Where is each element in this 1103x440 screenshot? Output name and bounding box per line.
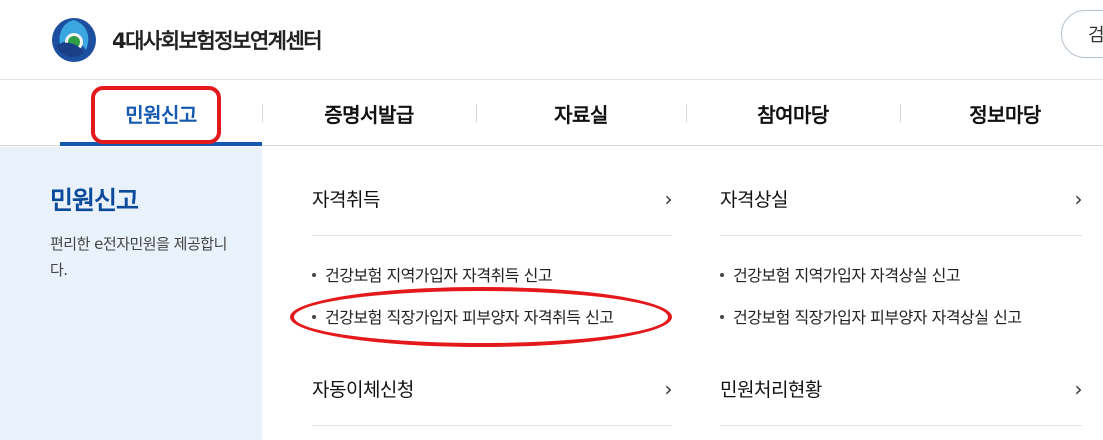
menu-link-label: 건강보험 지역가입자 자격취득 신고 [325, 266, 553, 285]
menu-link-label: 건강보험 직장가입자 피부양자 자격상실 신고 [733, 308, 1022, 327]
highlight-annotation [290, 287, 672, 347]
side-panel-description: 편리한 e전자민원을 제공합니다. [50, 235, 227, 279]
site-header: 4대사회보험정보연계센터 검색 [0, 0, 1103, 80]
menu-heading-auto-transfer[interactable]: 자동이체신청 › [312, 352, 672, 426]
gnb-divider [476, 104, 477, 122]
submenu-side-panel: 민원신고 편리한 e전자민원을 제공합니다. [0, 147, 262, 440]
gnb-tab-participation[interactable]: 참여마당 [686, 80, 900, 146]
menu-link-regional-loss[interactable]: 건강보험 지역가입자 자격상실 신고 [720, 262, 961, 286]
gnb-tab-information[interactable]: 정보마당 [900, 80, 1103, 146]
menu-heading-label: 자격취득 [312, 189, 380, 211]
site-title: 4대사회보험정보연계센터 [112, 29, 323, 53]
search-label: 검색 [1088, 25, 1103, 46]
gnb-tab-certificate[interactable]: 증명서발급 [262, 80, 476, 146]
gnb-divider [900, 104, 901, 122]
logo-emblem-icon [52, 18, 96, 62]
menu-heading-processing-status[interactable]: 민원처리현황 › [720, 352, 1082, 426]
gnb-divider [686, 104, 687, 122]
chevron-right-icon: › [664, 376, 673, 401]
menu-link-regional-acquisition[interactable]: 건강보험 지역가입자 자격취득 신고 [312, 262, 553, 286]
menu-link-dependent-loss[interactable]: 건강보험 직장가입자 피부양자 자격상실 신고 [720, 304, 1022, 328]
chevron-right-icon: › [1074, 186, 1083, 211]
gnb-tab-archive[interactable]: 자료실 [476, 80, 686, 146]
search-button[interactable]: 검색 [1061, 10, 1103, 58]
menu-heading-acquisition[interactable]: 자격취득 › [312, 162, 672, 236]
menu-heading-label: 민원처리현황 [720, 379, 822, 401]
menu-heading-label: 자동이체신청 [312, 379, 414, 401]
menu-heading-label: 자격상실 [720, 189, 788, 211]
chevron-right-icon: › [664, 186, 673, 211]
bullet-icon [312, 272, 316, 277]
highlight-annotation [91, 86, 221, 144]
gnb-divider [262, 104, 263, 122]
bullet-icon [720, 314, 724, 319]
bullet-icon [720, 272, 724, 277]
site-logo[interactable]: 4대사회보험정보연계센터 [50, 16, 323, 64]
menu-link-label: 건강보험 지역가입자 자격상실 신고 [733, 266, 961, 285]
side-panel-title: 민원신고 [50, 186, 139, 215]
menu-heading-loss[interactable]: 자격상실 › [720, 162, 1082, 236]
chevron-right-icon: › [1074, 376, 1083, 401]
